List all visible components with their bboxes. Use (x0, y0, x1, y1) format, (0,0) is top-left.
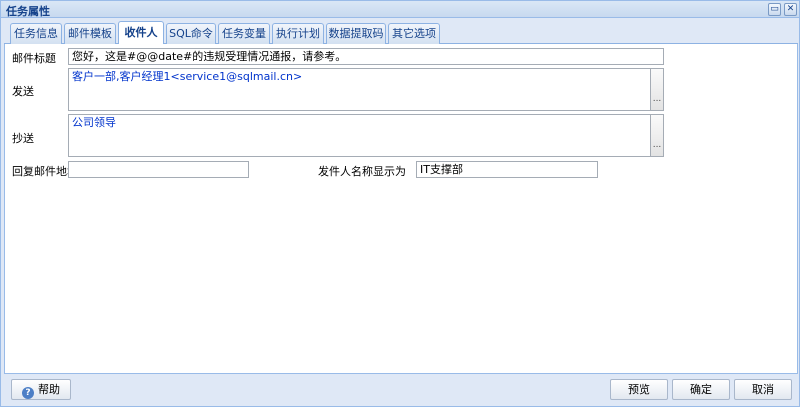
to-picker-button[interactable]: ... (651, 68, 664, 111)
to-label: 发送 (12, 85, 34, 98)
reply-address-input[interactable] (68, 161, 249, 178)
preview-button[interactable]: 预览 (610, 379, 668, 400)
help-button[interactable]: ? 帮助 (11, 379, 71, 400)
sender-name-input[interactable]: IT支撑部 (416, 161, 598, 178)
tab-recipients[interactable]: 收件人 (118, 21, 164, 44)
subject-label: 邮件标题 (12, 52, 56, 65)
ok-button[interactable]: 确定 (672, 379, 730, 400)
tab-task-info[interactable]: 任务信息 (10, 23, 62, 44)
tab-task-variables[interactable]: 任务变量 (218, 23, 270, 44)
cc-picker-button[interactable]: ... (651, 114, 664, 157)
cc-label: 抄送 (12, 132, 34, 145)
tab-sql-command[interactable]: SQL命令 (166, 23, 216, 44)
window-title: 任务属性 (6, 5, 50, 18)
recipients-panel: 邮件标题 您好，这是#@@date#的违规受理情况通报，请参考。 发送 客户一部… (4, 44, 798, 374)
task-properties-window: 任务属性 ▭ ✕ 任务信息 邮件模板 收件人 SQL命令 任务变量 执行计划 数… (0, 0, 800, 407)
window-titlebar[interactable]: 任务属性 ▭ ✕ (1, 1, 799, 18)
minimize-icon[interactable]: ▭ (768, 3, 781, 16)
dialog-footer: ? 帮助 预览 确定 取消 (4, 374, 798, 405)
cc-textarea[interactable]: 公司领导 (68, 114, 651, 157)
tab-strip: 任务信息 邮件模板 收件人 SQL命令 任务变量 执行计划 数据提取码 其它选项 (4, 20, 798, 44)
help-icon: ? (22, 387, 34, 399)
tab-schedule[interactable]: 执行计划 (272, 23, 324, 44)
close-icon[interactable]: ✕ (784, 3, 797, 16)
to-textarea[interactable]: 客户一部,客户经理1<service1@sqlmail.cn> (68, 68, 651, 111)
tab-other-options[interactable]: 其它选项 (388, 23, 440, 44)
help-button-label: 帮助 (38, 383, 60, 396)
tab-mail-template[interactable]: 邮件模板 (64, 23, 116, 44)
sender-name-label: 发件人名称显示为 (318, 165, 406, 178)
subject-input[interactable]: 您好，这是#@@date#的违规受理情况通报，请参考。 (68, 48, 664, 65)
tab-data-extract-code[interactable]: 数据提取码 (326, 23, 386, 44)
cancel-button[interactable]: 取消 (734, 379, 792, 400)
